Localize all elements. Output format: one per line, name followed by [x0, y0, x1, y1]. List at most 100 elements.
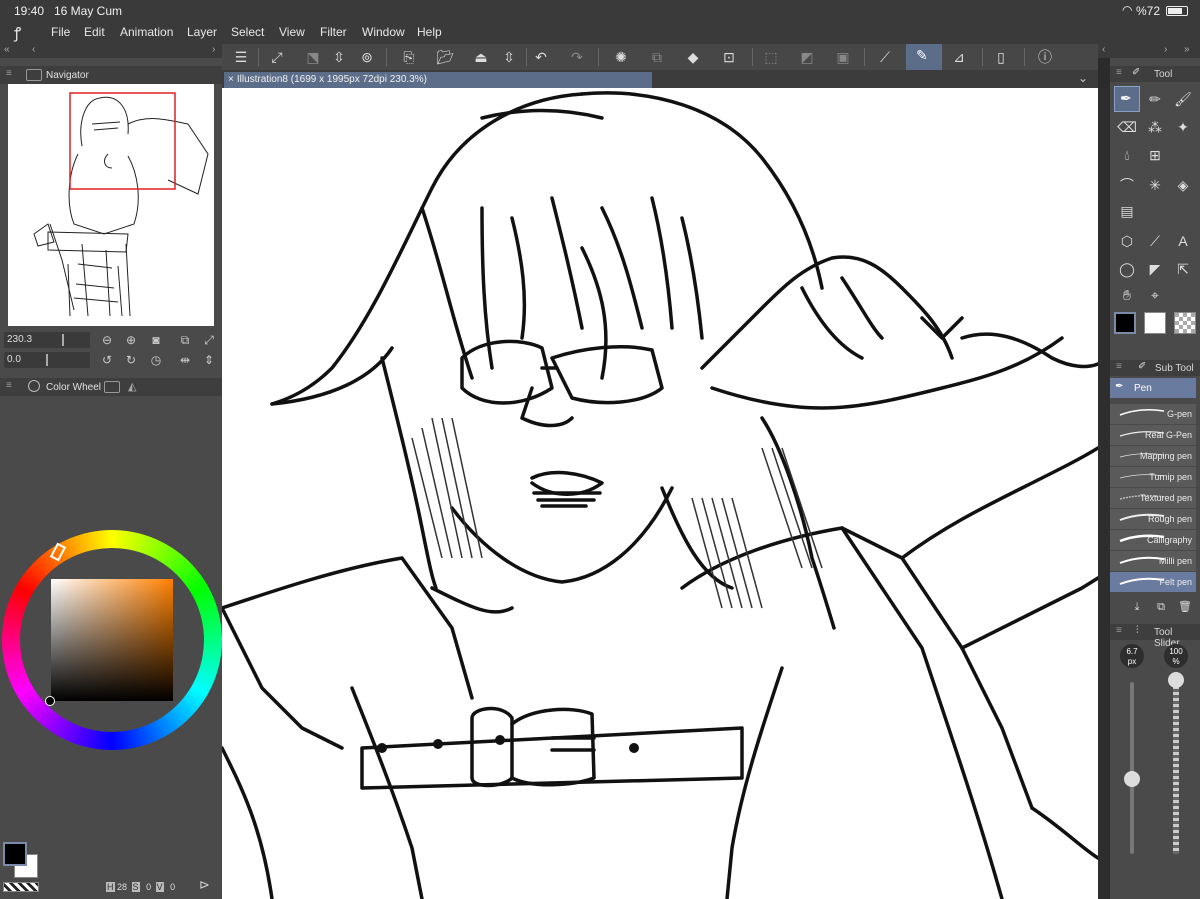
clear-selection-icon[interactable]: ⬚: [760, 47, 782, 67]
close-tab-icon[interactable]: ×: [228, 74, 234, 85]
document-tab[interactable]: × Illustration8 (1699 x 1995px 72dpi 230.…: [224, 72, 652, 88]
stepper-icon-2[interactable]: ⇳: [498, 47, 520, 67]
eraser-tool-icon[interactable]: ⌫: [1116, 116, 1138, 138]
menu-window[interactable]: Window: [362, 25, 405, 39]
intermediate-color-tab-icon[interactable]: ◭: [128, 380, 136, 393]
slider-tab-icon[interactable]: ⫶: [1136, 625, 1139, 636]
opacity-slider[interactable]: [1173, 682, 1179, 854]
hand-tool-icon[interactable]: ✋︎: [1116, 284, 1138, 306]
chevron-left-icon[interactable]: ‹: [1102, 44, 1105, 55]
text-tool-icon[interactable]: A: [1172, 230, 1194, 252]
chevron-left-icon[interactable]: ‹: [32, 44, 35, 55]
blend-tool-icon[interactable]: 💧︎: [1116, 144, 1138, 166]
fill-icon[interactable]: ◆: [682, 47, 704, 67]
menu-filter[interactable]: Filter: [320, 25, 347, 39]
color-picker-cursor[interactable]: [45, 696, 55, 706]
redo-icon[interactable]: ↷: [566, 47, 588, 67]
delete-subtool-icon[interactable]: 🗑︎: [1174, 596, 1196, 618]
menu-layer[interactable]: Layer: [187, 25, 217, 39]
stepper-icon[interactable]: ⇳: [328, 47, 350, 67]
brush-tool-icon[interactable]: 🖌︎: [1172, 88, 1194, 110]
smartphone-icon[interactable]: ▯: [990, 47, 1012, 67]
flip-vertical-icon[interactable]: ⇕: [201, 352, 217, 368]
subtool-item-real-g-pen[interactable]: Real G-Pen: [1110, 425, 1196, 445]
zoom-out-icon[interactable]: ⊖: [99, 332, 115, 348]
pen-tool-button[interactable]: ✒: [1114, 86, 1140, 112]
brush-size-slider[interactable]: [1130, 682, 1134, 854]
main-color-swatch[interactable]: [1114, 312, 1136, 334]
transparent-color-swatch[interactable]: [1174, 312, 1196, 334]
subtool-item-g-pen[interactable]: G-pen: [1110, 404, 1196, 424]
gradient-tool-icon[interactable]: ▤: [1116, 200, 1138, 222]
help-icon[interactable]: ⓘ: [1034, 47, 1056, 67]
pencil-tool-icon[interactable]: ✏: [1144, 88, 1166, 110]
color-mode-icon[interactable]: ⊳: [199, 877, 210, 893]
correct-line-icon[interactable]: ⇱: [1172, 258, 1194, 280]
actual-size-icon[interactable]: ⤢: [201, 332, 217, 348]
download-subtool-icon[interactable]: ⤓: [1126, 596, 1148, 618]
opacity-slider-thumb[interactable]: [1168, 672, 1184, 688]
color-panel-title[interactable]: Color Wheel: [46, 382, 101, 393]
sub-color-swatch[interactable]: [1144, 312, 1166, 334]
zoom-fit-icon[interactable]: ◙: [148, 332, 164, 348]
menu-view[interactable]: View: [279, 25, 305, 39]
chevron-right-icon[interactable]: ›: [212, 44, 215, 55]
new-layer-disabled-icon[interactable]: ⬔: [302, 47, 324, 67]
undo-icon[interactable]: ↶: [530, 47, 552, 67]
transparent-color-chip[interactable]: [3, 882, 39, 892]
navigator-tab-icon[interactable]: [26, 69, 42, 81]
saturation-value-square[interactable]: [51, 579, 173, 701]
menu-select[interactable]: Select: [231, 25, 264, 39]
snap-grid-icon[interactable]: ⊿: [948, 47, 970, 67]
main-color-chip[interactable]: [3, 842, 27, 866]
zoom-in-icon[interactable]: ⊕: [123, 332, 139, 348]
color-set-tab-icon[interactable]: [104, 381, 120, 393]
subtool-item-mapping-pen[interactable]: Mapping pen: [1110, 446, 1196, 466]
hamburger-menu-icon[interactable]: ☰: [230, 47, 252, 67]
tool-tab-icon[interactable]: ✐: [1132, 67, 1140, 78]
decoration-tool-icon[interactable]: ✦: [1172, 116, 1194, 138]
loading-icon[interactable]: ✺: [610, 47, 632, 67]
spray-tool-icon[interactable]: ⁂: [1144, 116, 1166, 138]
menu-file[interactable]: File: [51, 25, 70, 39]
drawing-canvas[interactable]: [222, 88, 1098, 899]
transform-icon[interactable]: ⊡: [718, 47, 740, 67]
auto-select-icon[interactable]: ✳: [1144, 174, 1166, 196]
tab-list-chevron-icon[interactable]: ⌄: [1078, 71, 1088, 85]
fit-window-icon[interactable]: ⧉: [177, 332, 193, 348]
reset-rotation-icon[interactable]: ◷: [148, 352, 164, 368]
subtool-item-textured-pen[interactable]: Textured pen: [1110, 488, 1196, 508]
copy-layer-icon[interactable]: ⧉: [646, 47, 668, 67]
snap-ruler-icon[interactable]: ⟋: [874, 47, 896, 67]
invert-selection-icon[interactable]: ◩: [796, 47, 818, 67]
subtool-item-turnip-pen[interactable]: Turnip pen: [1110, 467, 1196, 487]
fill-tool-icon[interactable]: ◈: [1172, 174, 1194, 196]
figure-ruler-icon[interactable]: ⊞: [1144, 144, 1166, 166]
chevron-right-icon[interactable]: ›: [1164, 44, 1167, 55]
brush-size-slider-thumb[interactable]: [1124, 771, 1140, 787]
navigator-title[interactable]: Navigator: [46, 70, 89, 81]
color-wheel[interactable]: [2, 530, 222, 750]
new-file-icon[interactable]: ⎘: [398, 47, 420, 67]
subtool-tab-icon[interactable]: ✐: [1138, 361, 1146, 372]
app-logo-icon[interactable]: ꝭ: [14, 23, 21, 43]
panel-menu-icon[interactable]: ≡: [1116, 361, 1122, 372]
subtool-item-calligraphy[interactable]: Calligraphy: [1110, 530, 1196, 550]
balloon-tool-icon[interactable]: ◯: [1116, 258, 1138, 280]
menu-edit[interactable]: Edit: [84, 25, 105, 39]
subtool-group-tab[interactable]: ✒ Pen: [1110, 378, 1196, 398]
show-selection-icon[interactable]: ▣: [832, 47, 854, 67]
subtool-panel-title[interactable]: Sub Tool: [1155, 363, 1194, 374]
line-tool-icon[interactable]: ⟋: [1144, 230, 1166, 252]
color-wheel-tab-icon[interactable]: [28, 380, 40, 392]
rotate-right-icon[interactable]: ↻: [123, 352, 139, 368]
duplicate-subtool-icon[interactable]: ⧉: [1150, 596, 1172, 618]
subtool-item-felt-pen[interactable]: Felt pen: [1110, 572, 1196, 592]
panel-menu-icon[interactable]: ≡: [6, 68, 12, 79]
open-folder-icon[interactable]: 📂︎: [434, 47, 456, 67]
collapse-left-icon[interactable]: «: [4, 44, 10, 55]
rotate-left-icon[interactable]: ↺: [99, 352, 115, 368]
lasso-tool-icon[interactable]: ⌒: [1116, 174, 1138, 196]
object-tool-icon[interactable]: ⬡: [1116, 230, 1138, 252]
subtool-item-milli-pen[interactable]: Milli pen: [1110, 551, 1196, 571]
